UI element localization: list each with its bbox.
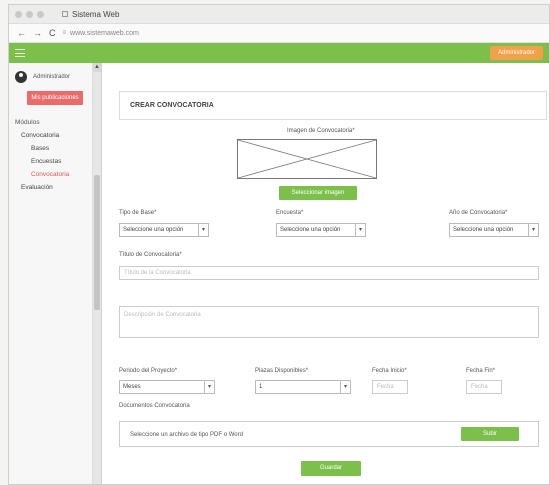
forward-arrow-icon[interactable]: → — [33, 28, 42, 38]
back-arrow-icon[interactable]: ← — [17, 28, 26, 38]
sidebar-menu: Convocatoria Bases Encuestas Convocatori… — [15, 132, 86, 191]
periodo-select[interactable]: Meses ▾ — [119, 380, 215, 394]
window-close-dot[interactable] — [15, 10, 22, 18]
page-icon — [62, 11, 68, 17]
window-maximize-dot[interactable] — [37, 10, 44, 18]
documentos-label: Documentos Convocatoria — [119, 403, 190, 409]
user-avatar-icon — [15, 71, 27, 83]
scroll-up-icon[interactable]: ▲ — [93, 63, 101, 72]
titulo-input[interactable]: Título de la Convocatoria — [119, 266, 539, 280]
sidebar-item-evaluacion[interactable]: Evaluación — [15, 184, 86, 191]
encuesta-label: Encuesta* — [276, 210, 304, 216]
save-button[interactable]: Guardar — [301, 461, 361, 476]
tipo-base-label: Tipo de Base* — [119, 210, 157, 216]
plazas-select[interactable]: 1 ▾ — [255, 380, 351, 394]
encuesta-value: Seleccione una opción — [280, 227, 341, 233]
window-minimize-dot[interactable] — [26, 10, 33, 18]
scrollbar-thumb[interactable] — [94, 175, 100, 310]
app-header: Administrador — [9, 43, 549, 63]
sidebar-item-encuestas[interactable]: Encuestas — [15, 158, 86, 165]
file-upload-text: Seleccione un archivo de tipo PDF o Word — [130, 432, 243, 438]
main-content: CREAR CONVOCATORIA Imagen de Convocatori… — [109, 88, 549, 484]
sidebar-item-convocatoria[interactable]: Convocatoria — [15, 132, 86, 139]
address-bar: ← → C ≡ www.sistemaweb.com — [9, 24, 549, 43]
chevron-down-icon: ▾ — [204, 381, 214, 393]
tab-bar: Sistema Web — [9, 5, 549, 24]
fecha-fin-input[interactable]: Fecha — [466, 380, 502, 394]
modules-label: Módulos — [15, 119, 40, 126]
user-name: Administrador — [33, 74, 71, 80]
reload-icon[interactable]: C — [49, 28, 56, 38]
descripcion-textarea[interactable]: Descripción de Convocatoria — [119, 306, 539, 338]
menu-icon[interactable] — [15, 49, 25, 57]
sidebar-item-convocatoria-sub[interactable]: Convocatoria — [15, 171, 86, 178]
encuesta-select[interactable]: Seleccione una opción ▾ — [276, 223, 366, 237]
chevron-down-icon: ▾ — [340, 381, 350, 393]
publish-button[interactable]: Mis publicaciones — [27, 91, 83, 105]
browser-window: Sistema Web ← → C ≡ www.sistemaweb.com A… — [8, 4, 550, 485]
chevron-down-icon: ▾ — [528, 224, 538, 236]
anio-value: Seleccione una opción — [453, 227, 514, 233]
anio-label: Año de Convocatoria* — [449, 210, 508, 216]
sidebar-item-bases[interactable]: Bases — [15, 145, 86, 152]
select-image-button[interactable]: Seleccionar imagen — [279, 186, 357, 200]
url-field[interactable]: www.sistemaweb.com — [70, 30, 139, 37]
sidebar-scrollbar[interactable]: ▲ — [93, 63, 102, 484]
plazas-value: 1 — [259, 384, 263, 390]
titulo-label: Título de Convocatoria* — [119, 252, 182, 258]
sidebar: Administrador Mis publicaciones Módulos … — [9, 63, 93, 484]
user-block: Administrador — [15, 71, 86, 83]
image-placeholder-icon — [237, 139, 377, 179]
browser-tab[interactable]: Sistema Web — [62, 10, 119, 19]
tab-title: Sistema Web — [72, 9, 120, 19]
image-label: Imagen de Convocatoria* — [287, 128, 355, 134]
image-placeholder — [237, 139, 377, 179]
page-title: CREAR CONVOCATORIA — [119, 91, 547, 120]
admin-button[interactable]: Administrador — [489, 46, 543, 60]
fecha-inicio-label: Fecha Inicio* — [372, 368, 407, 374]
fecha-inicio-input[interactable]: Fecha — [372, 380, 408, 394]
plazas-label: Plazas Disponibles* — [255, 368, 309, 374]
periodo-label: Periodo del Proyecto* — [119, 368, 178, 374]
upload-button[interactable]: Subir — [461, 427, 519, 441]
tipo-base-value: Seleccione una opción — [123, 227, 184, 233]
anio-select[interactable]: Seleccione una opción ▾ — [449, 223, 539, 237]
periodo-value: Meses — [123, 384, 141, 390]
chevron-down-icon: ▾ — [198, 224, 208, 236]
tipo-base-select[interactable]: Seleccione una opción ▾ — [119, 223, 209, 237]
lock-icon: ≡ — [62, 30, 67, 36]
fecha-fin-label: Fecha Fin* — [466, 368, 496, 374]
chevron-down-icon: ▾ — [355, 224, 365, 236]
